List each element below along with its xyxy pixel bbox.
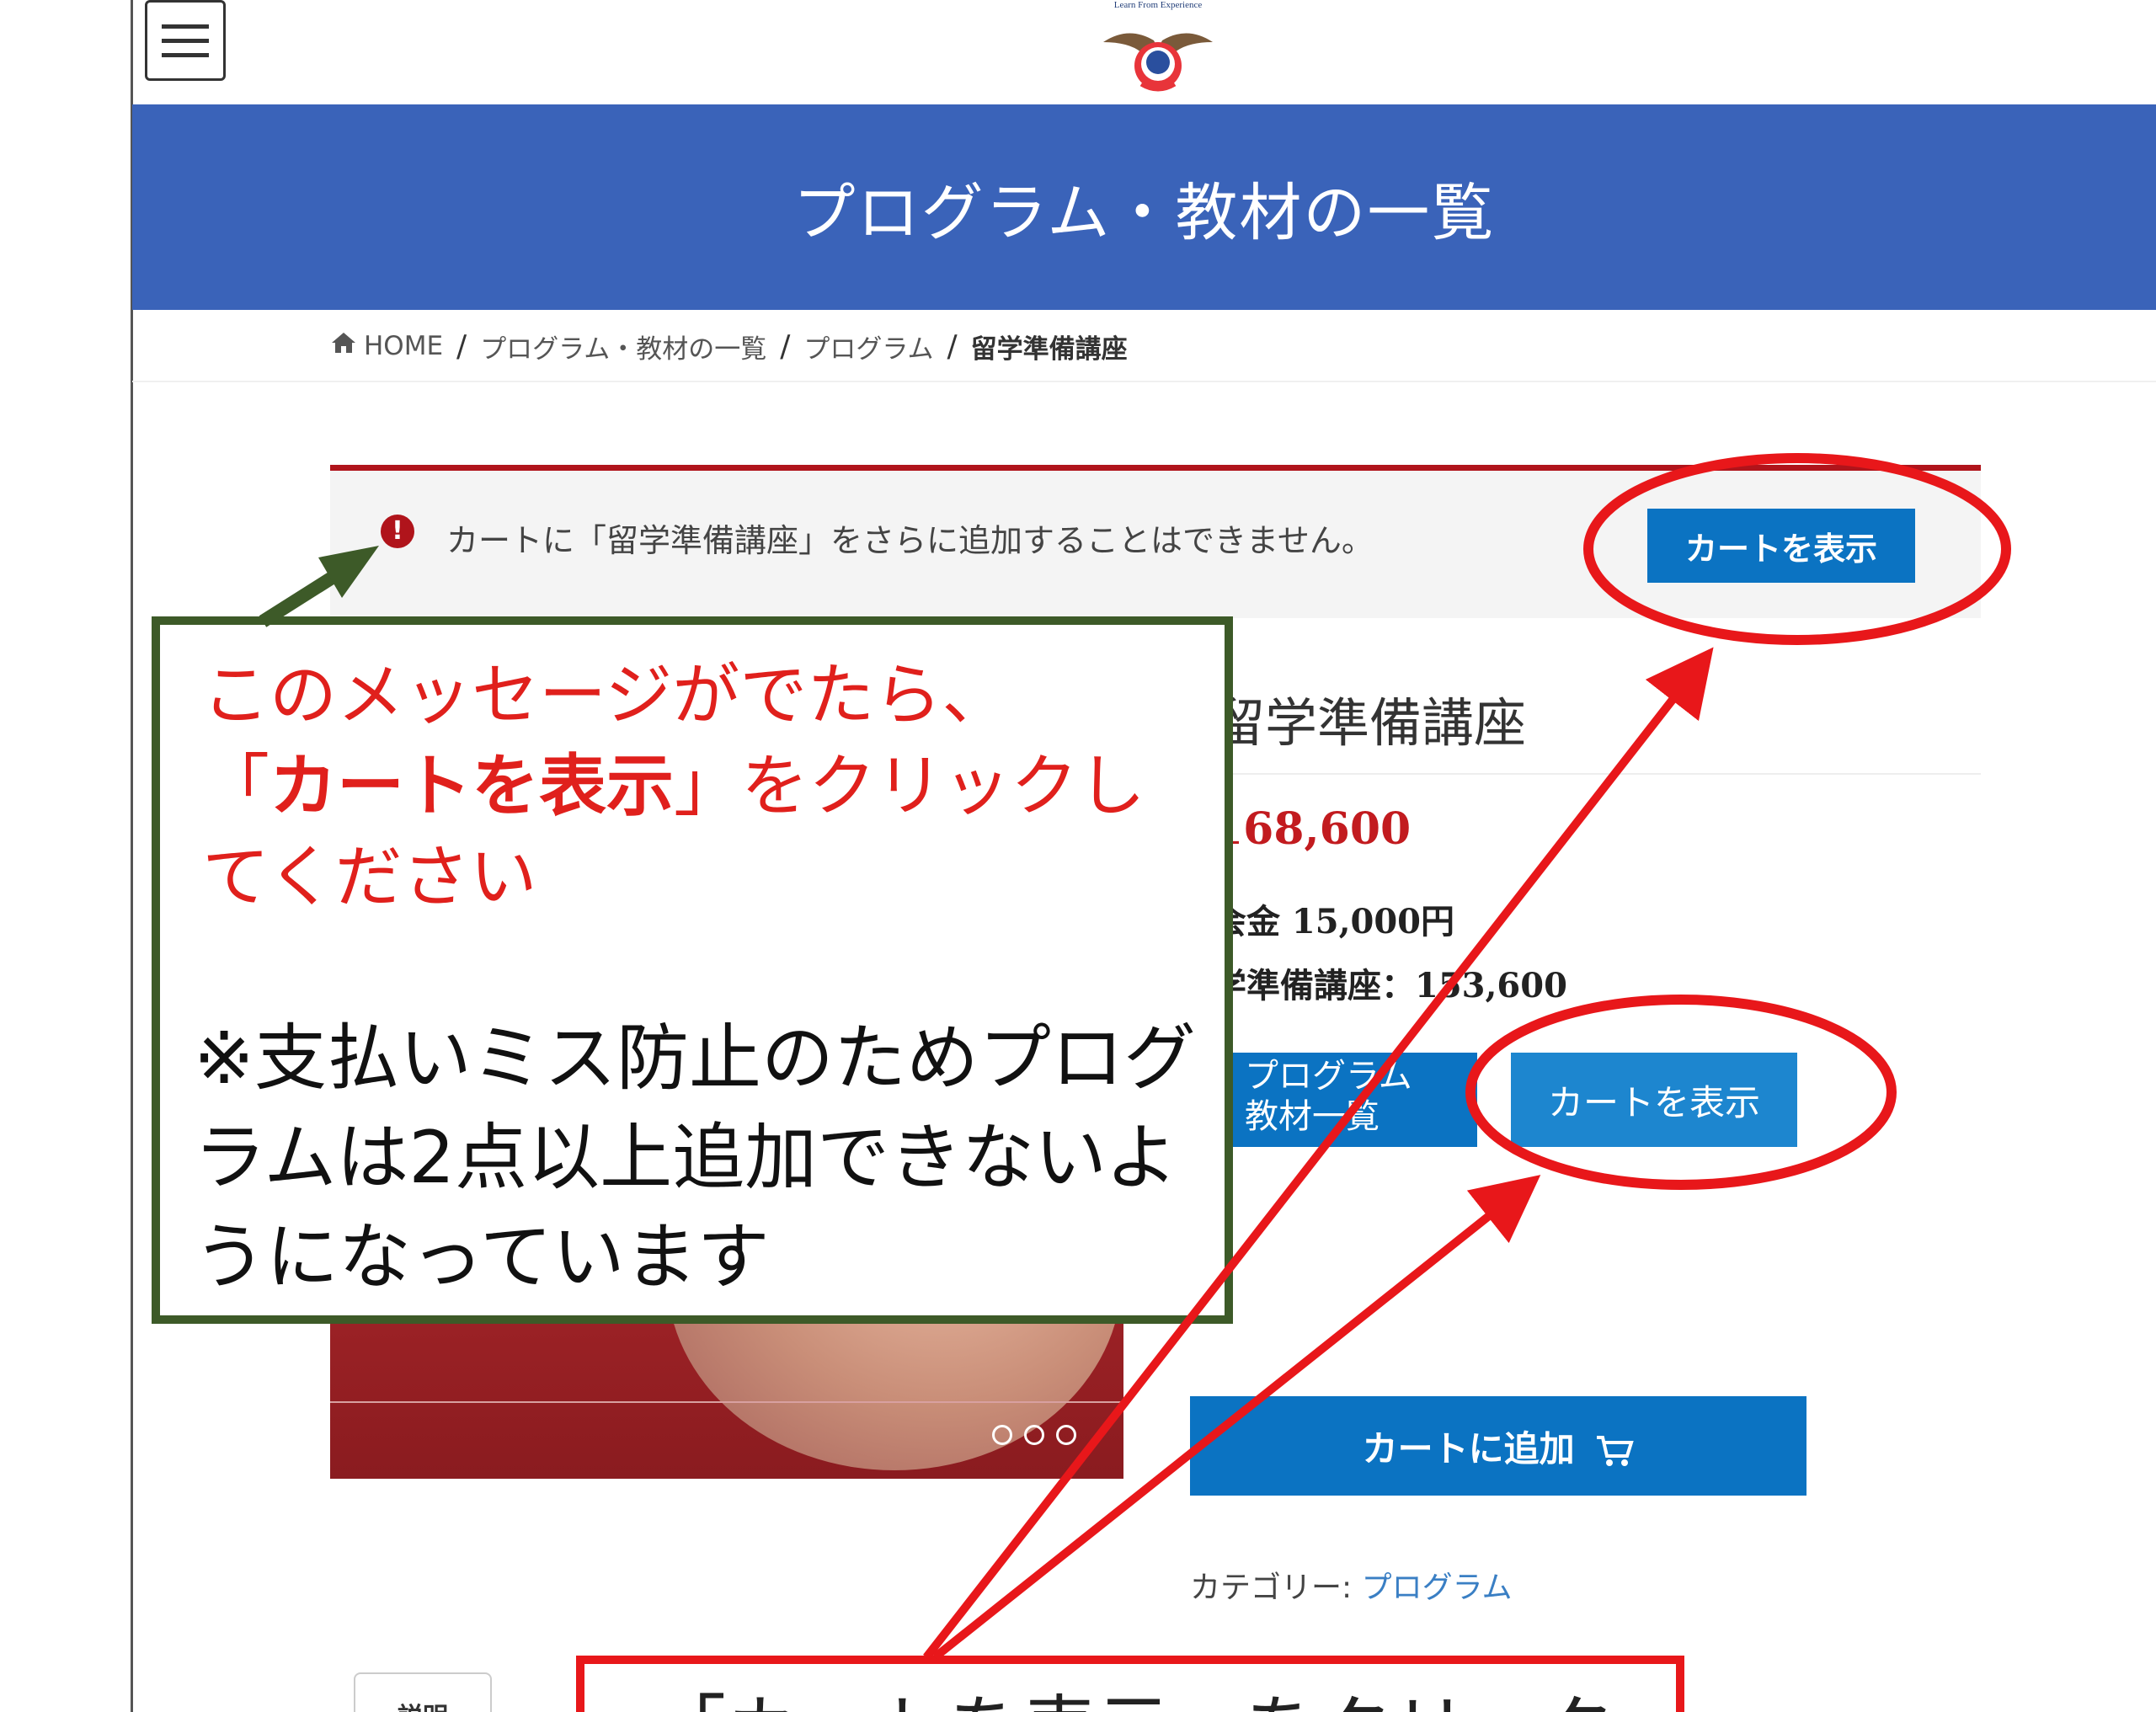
menu-bar-line	[162, 24, 209, 29]
site-logo[interactable]: Learn From Experience	[1095, 0, 1221, 99]
bottom-annotation-text: 「カートを表示」をクリック	[652, 1671, 1615, 1712]
heart-icon	[1056, 1425, 1076, 1445]
annotation-callout-box: このメッセージがでたら、 「カートを表示」をクリックしてください ※支払いミス防…	[152, 616, 1233, 1324]
product-photo-subject	[667, 1302, 1122, 1470]
eagle-emblem-icon	[1103, 33, 1213, 92]
menu-bar-line	[162, 38, 209, 43]
add-to-cart-label: カートに追加	[1362, 1427, 1575, 1469]
social-icons	[992, 1425, 1076, 1445]
annotation-instruction-prefix: このメッセージがでたら、	[202, 656, 1010, 734]
facebook-icon	[1024, 1425, 1044, 1445]
logo-tagline: Learn From Experience	[1113, 0, 1203, 10]
hamburger-menu-icon[interactable]	[145, 0, 226, 81]
annotation-instruction: このメッセージがでたら、 「カートを表示」をクリックしてください	[202, 650, 1196, 923]
product-category: カテゴリー: プログラム	[1190, 1563, 1513, 1607]
product-title: 留学準備講座	[1213, 692, 1527, 754]
breadcrumb-link-program[interactable]: プログラム	[803, 328, 933, 365]
add-to-cart-button[interactable]: カートに追加	[1190, 1396, 1806, 1496]
menu-bar-line	[162, 52, 209, 57]
breadcrumb-separator: /	[947, 328, 958, 364]
home-icon	[330, 331, 357, 361]
title-divider	[1213, 773, 1981, 775]
tab-description[interactable]: 説明	[354, 1672, 492, 1712]
notice-message: カートに「留学準備講座」をさらに追加することはできません。	[446, 522, 1374, 559]
price-breakdown-line: 学準備講座：153,600	[1213, 966, 1567, 1005]
notice-view-cart-button[interactable]: カートを表示	[1647, 509, 1915, 583]
price-breakdown-line: 会金 15,000円	[1213, 902, 1455, 941]
breadcrumb-divider	[132, 381, 2156, 382]
breadcrumb: HOME / プログラム・教材の一覧 / プログラム / 留学準備講座	[330, 325, 1128, 367]
breadcrumb-separator: /	[780, 328, 791, 364]
page-title: プログラム・教材の一覧	[792, 176, 1496, 249]
breadcrumb-separator: /	[456, 328, 467, 364]
category-label: カテゴリー:	[1190, 1571, 1353, 1605]
alert-icon: !	[381, 515, 414, 548]
page-banner: プログラム・教材の一覧	[132, 104, 2156, 310]
product-price: 168,600	[1213, 803, 1412, 855]
annotation-note: ※支払いミス防止のためプログラムは2点以上追加できないようになっています	[194, 1016, 1197, 1299]
annotation-instruction-bold: カートを表示	[270, 747, 674, 825]
breadcrumb-current: 留学準備講座	[970, 333, 1128, 365]
product-image	[330, 1302, 1123, 1479]
cart-error-notice: ! カートに「留学準備講座」をさらに追加することはできません。 カートを表示	[330, 465, 1981, 618]
bottom-annotation-box: 「カートを表示」をクリック	[576, 1656, 1684, 1712]
programs-button-line: プログラム	[1245, 1057, 1412, 1096]
cart-icon	[1597, 1436, 1635, 1466]
image-divider	[330, 1401, 1123, 1403]
category-link[interactable]: プログラム	[1362, 1571, 1513, 1605]
programs-button-line: 教材一覧	[1245, 1097, 1380, 1136]
breadcrumb-link-catalog[interactable]: プログラム・教材の一覧	[480, 328, 766, 365]
instagram-icon	[992, 1425, 1012, 1445]
programs-list-button[interactable]: プログラム 教材一覧	[1211, 1053, 1477, 1147]
view-cart-button[interactable]: カートを表示	[1511, 1053, 1797, 1147]
breadcrumb-home-link[interactable]: HOME	[364, 331, 443, 361]
annotation-open-quote: 「	[202, 747, 270, 825]
